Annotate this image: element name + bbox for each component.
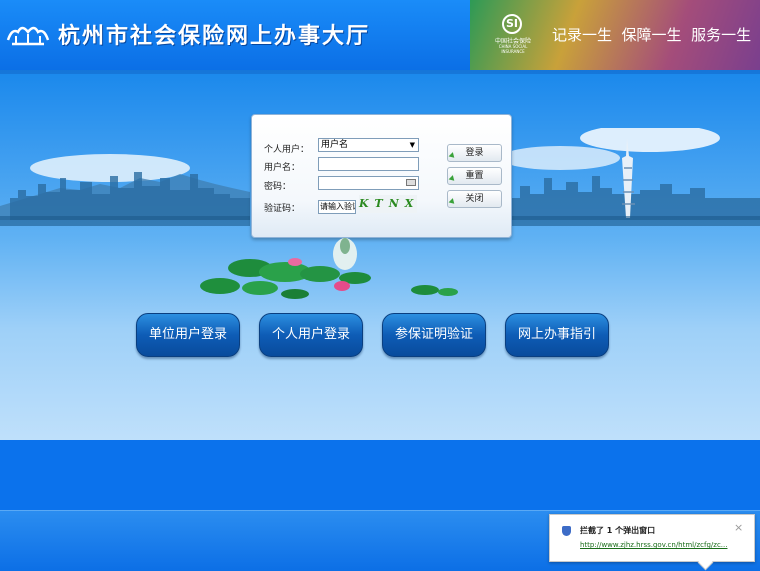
popup-blocked-notice: 拦截了 1 个弹出窗口 × http://www.zjhz.hrss.gov.c…: [549, 514, 755, 562]
username-input[interactable]: [318, 157, 419, 171]
personal-user-login-button[interactable]: 个人用户登录: [259, 313, 363, 357]
social-insurance-name-en: CHINA SOCIAL INSURANCE: [498, 44, 528, 54]
popup-close-button[interactable]: ×: [734, 521, 743, 534]
close-button[interactable]: 关闭: [447, 190, 502, 208]
header-divider: [0, 70, 760, 74]
social-insurance-logo: SI 中国社会保险 CHINA SOCIAL INSURANCE: [488, 14, 538, 54]
user-type-selected: 用户名: [321, 140, 349, 150]
shield-icon: [562, 526, 571, 536]
username-label: 用户名：: [264, 163, 301, 173]
popup-title: 拦截了 1 个弹出窗口: [580, 526, 656, 535]
online-service-guide-button[interactable]: 网上办事指引: [505, 313, 609, 357]
insurance-certificate-verify-button[interactable]: 参保证明验证: [382, 313, 486, 357]
user-type-select[interactable]: 用户名 ▼: [318, 138, 419, 152]
captcha-label: 验证码：: [264, 204, 301, 214]
social-insurance-icon: SI: [502, 14, 522, 34]
content-band: [0, 440, 760, 510]
chevron-down-icon: ▼: [409, 141, 415, 149]
city-logo-icon: [6, 26, 50, 46]
reset-button[interactable]: 重置: [447, 167, 502, 185]
login-panel: 个人用户： 用户名 ▼ 用户名： 密码： 验证码： 请输入验证码 KTNX 登录…: [251, 114, 512, 238]
site-title: 杭州市社会保险网上办事大厅: [58, 23, 371, 49]
org-user-login-button[interactable]: 单位用户登录: [136, 313, 240, 357]
lotus-pond-illustration: [200, 238, 458, 299]
captcha-image[interactable]: KTNX: [359, 195, 417, 213]
header: 杭州市社会保险网上办事大厅 SI 中国社会保险 CHINA SOCIAL INS…: [0, 0, 760, 70]
keyboard-icon[interactable]: [406, 179, 416, 186]
user-type-label: 个人用户：: [264, 145, 310, 155]
password-label: 密码：: [264, 182, 292, 192]
login-button[interactable]: 登录: [447, 144, 502, 162]
login-form: 个人用户： 用户名 ▼ 用户名： 密码： 验证码： 请输入验证码 KTNX: [252, 115, 445, 237]
captcha-input[interactable]: 请输入验证码: [318, 200, 356, 214]
popup-link[interactable]: http://www.zjhz.hrss.gov.cn/html/zcfg/zc…: [580, 541, 727, 549]
password-input[interactable]: [318, 176, 419, 190]
slogan: 记录一生 保障一生 服务一生: [552, 26, 752, 44]
